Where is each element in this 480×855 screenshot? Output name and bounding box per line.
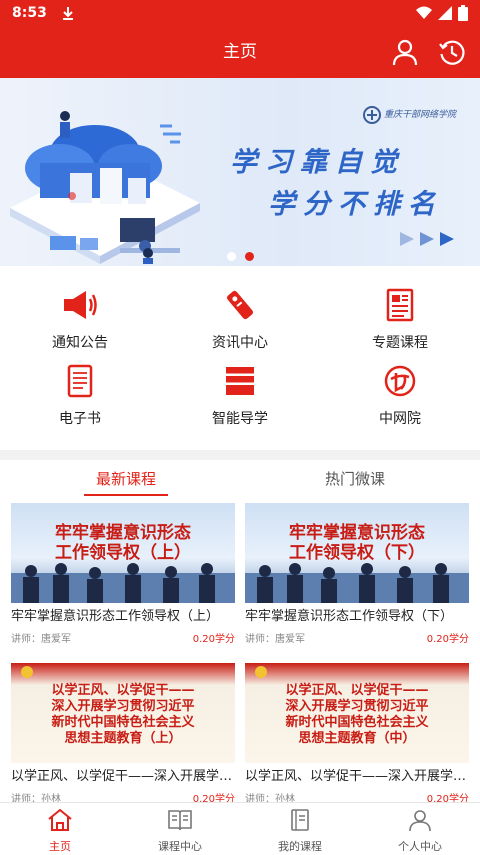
course-teacher: 讲师：孙林 [11,794,61,802]
course-thumbnail-title: 以学正风、以学促干—— 深入开展学习贯彻习近平 新时代中国特色社会主义 思想主题… [285,683,429,746]
course-card[interactable]: 牢牢掌握意识形态 工作领导权（下） 牢牢掌握意识形态工作领导权（下） 讲师：唐爱… [245,503,469,653]
school-logo-icon [363,106,381,124]
menu-label: 中网院 [379,411,421,427]
menu-label: 专题课程 [372,335,428,351]
person-icon [409,810,431,832]
course-credit: 0.20学分 [426,794,469,802]
signal-icon [438,6,452,20]
menu-label: 资讯中心 [212,335,268,351]
history-icon[interactable] [438,38,466,66]
menu-item-ebooks[interactable]: 电子书 [0,364,160,434]
course-thumbnail-title: 牢牢掌握意识形态 工作领导权（下） [289,523,425,563]
course-tabs: 最新课程 热门微课 [0,460,480,498]
course-title: 牢牢掌握意识形态工作领导权（下） [245,609,454,624]
bottom-navigation: 主页 课程中心 我的课程 个人中心 [0,802,480,855]
nav-course-center[interactable]: 课程中心 [120,803,240,855]
cnwy-logo-icon [384,365,416,397]
battery-icon [458,5,468,21]
tag-icon [226,290,254,320]
banner-slogan-line2: 学分不排名 [268,189,443,220]
course-title: 牢牢掌握意识形态工作领导权（上） [11,609,220,624]
arrows-decoration-icon [400,232,454,246]
nav-my-courses[interactable]: 我的课程 [240,803,360,855]
download-icon [62,7,73,20]
course-thumbnail-title: 以学正风、以学促干—— 深入开展学习贯彻习近平 新时代中国特色社会主义 思想主题… [51,683,195,746]
book-open-icon [168,810,192,831]
course-title: 以学正风、以学促干——深入开展学习贯彻习近平新时代中国特色社会主义思想主题教育（… [245,769,469,784]
course-thumbnail-title: 牢牢掌握意识形态 工作领导权（上） [55,523,191,563]
course-title: 以学正风、以学促干——深入开展学习贯彻习近平新时代中国特色社会主义思想主题教育（… [11,769,235,784]
course-thumbnail: 以学正风、以学促干—— 深入开展学习贯彻习近平 新时代中国特色社会主义 思想主题… [11,663,235,763]
menu-label: 智能导学 [212,411,268,427]
feature-menu: 通知公告 资讯中心 专题课程 电子书 智能导学 中网院 [0,266,480,450]
nav-label: 我的课程 [278,840,322,853]
menu-label: 电子书 [59,411,101,427]
status-bar: 8:53 [0,0,480,26]
banner-carousel[interactable]: 重庆干部网络学院 学习靠自觉 学分不排名 [0,78,480,266]
home-icon [48,808,72,831]
notebook-icon [291,809,309,831]
course-thumbnail: 牢牢掌握意识形态 工作领导权（下） [245,503,469,603]
menu-label: 通知公告 [52,335,108,351]
nav-home[interactable]: 主页 [0,803,120,855]
course-credit: 0.20学分 [192,794,235,802]
party-emblem-icon [255,666,267,678]
school-logo-text: 重庆干部网络学院 [384,110,457,120]
course-grid: 牢牢掌握意识形态 工作领导权（上） 牢牢掌握意识形态工作领导权（上） 讲师：唐爱… [0,498,480,802]
books-icon [226,367,254,395]
tab-latest-courses[interactable]: 最新课程 [66,460,186,498]
course-credit: 0.20学分 [192,634,235,645]
course-thumbnail: 牢牢掌握意识形态 工作领导权（上） [11,503,235,603]
course-teacher: 讲师：孙林 [245,794,295,802]
menu-item-notices[interactable]: 通知公告 [0,288,160,358]
status-time: 8:53 [12,5,47,21]
menu-item-cnwy[interactable]: 中网院 [320,364,480,434]
course-teacher: 讲师：唐爱军 [245,634,305,645]
course-thumbnail: 以学正风、以学促干—— 深入开展学习贯彻习近平 新时代中国特色社会主义 思想主题… [245,663,469,763]
carousel-dot-active[interactable] [244,252,254,261]
party-emblem-icon [21,666,33,678]
active-tab-indicator [84,494,168,496]
menu-item-news[interactable]: 资讯中心 [160,288,320,358]
course-card[interactable]: 牢牢掌握意识形态 工作领导权（上） 牢牢掌握意识形态工作领导权（上） 讲师：唐爱… [11,503,235,653]
app-bar: 主页 [0,26,480,78]
tab-hot-micro-courses[interactable]: 热门微课 [295,460,415,498]
banner-illustration [10,111,200,264]
profile-icon[interactable] [391,38,419,66]
course-teacher: 讲师：唐爱军 [11,634,71,645]
nav-label: 主页 [49,840,71,853]
menu-item-smart-guide[interactable]: 智能导学 [160,364,320,434]
course-credit: 0.20学分 [426,634,469,645]
megaphone-icon [64,291,97,319]
carousel-dot[interactable] [226,252,236,261]
course-card[interactable]: 以学正风、以学促干—— 深入开展学习贯彻习近平 新时代中国特色社会主义 思想主题… [245,663,469,802]
wifi-icon [416,6,432,19]
nav-personal-center[interactable]: 个人中心 [360,803,480,855]
nav-label: 课程中心 [158,840,202,853]
ebook-icon [67,364,93,398]
banner-slogan-line1: 学习靠自觉 [230,147,405,178]
nav-label: 个人中心 [398,840,442,853]
course-card[interactable]: 以学正风、以学促干—— 深入开展学习贯彻习近平 新时代中国特色社会主义 思想主题… [11,663,235,802]
menu-item-special-courses[interactable]: 专题课程 [320,288,480,358]
document-icon [386,288,414,322]
carousel-indicator [0,252,480,261]
